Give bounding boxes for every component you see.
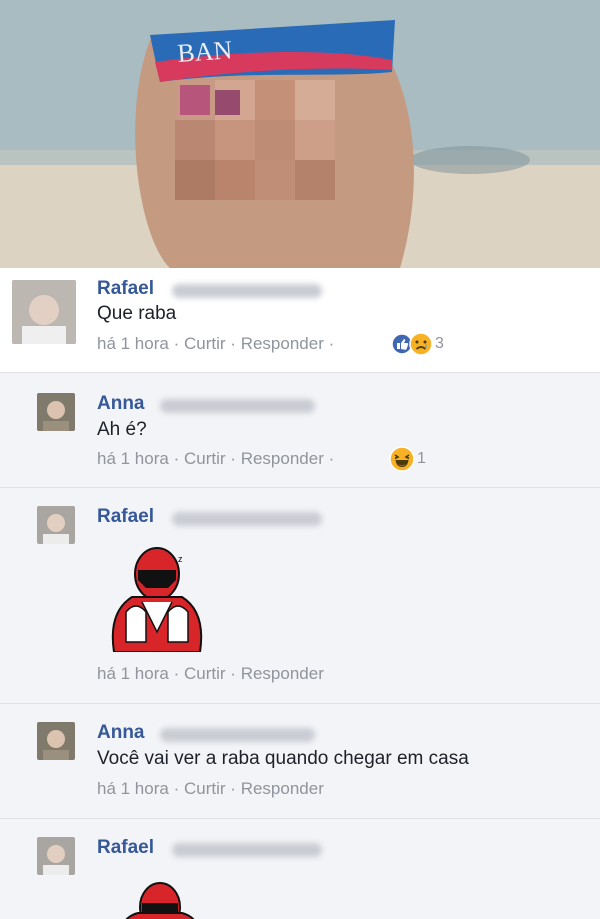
comment: Rafael (0, 819, 600, 919)
separator: · (173, 664, 180, 683)
reactions[interactable]: 1 (389, 446, 426, 472)
laugh-icon (389, 446, 415, 472)
photo-image: BAN (0, 0, 600, 268)
author-lastname-blur (160, 728, 315, 742)
reactions[interactable]: 3 (391, 332, 444, 356)
author-lastname-blur (172, 284, 322, 298)
comment: Anna Você vai ver a raba quando chegar e… (0, 704, 600, 819)
comment-author[interactable]: Rafael (97, 837, 154, 859)
avatar[interactable] (37, 837, 75, 875)
separator: · (173, 449, 180, 468)
comment-meta: há 1 hora · Curtir · Responder (97, 779, 324, 799)
comment-meta: há 1 hora · Curtir · Responder · (97, 449, 334, 469)
avatar[interactable] (12, 280, 76, 344)
comment-text: Ah é? (97, 419, 147, 440)
comment-text: Que raba (97, 303, 177, 324)
reply-link[interactable]: Responder (241, 779, 324, 798)
comment-meta: há 1 hora · Curtir · Responder · (97, 334, 334, 354)
separator: · (230, 664, 236, 683)
red-ranger-sticker-image (125, 882, 195, 919)
red-ranger-sticker[interactable] (110, 877, 210, 919)
reaction-count: 1 (417, 450, 426, 467)
comment-author[interactable]: Rafael (97, 506, 154, 528)
comment-author[interactable]: Anna (97, 722, 145, 744)
author-lastname-blur (172, 512, 322, 526)
reaction-count: 3 (435, 335, 444, 352)
comment-time[interactable]: há 1 hora (97, 449, 169, 468)
avatar[interactable] (37, 393, 75, 431)
like-link[interactable]: Curtir (184, 779, 226, 798)
svg-text:z: z (178, 554, 183, 564)
post-photo[interactable]: BAN (0, 0, 600, 268)
comment: Anna Ah é? há 1 hora · Curtir · Responde… (0, 373, 600, 488)
comment-text: Você vai ver a raba quando chegar em cas… (97, 748, 469, 769)
reply-link[interactable]: Responder (241, 664, 324, 683)
separator: · (328, 449, 335, 468)
author-lastname-blur (160, 399, 315, 413)
comment-author[interactable]: Anna (97, 393, 145, 415)
separator: · (230, 334, 236, 353)
swimsuit-text: BAN (176, 35, 233, 68)
sad-icon (409, 332, 433, 356)
separator: · (173, 334, 180, 353)
red-ranger-sticker[interactable]: z (104, 542, 210, 653)
avatar[interactable] (37, 506, 75, 544)
author-lastname-blur (172, 843, 322, 857)
comment: Rafael z há 1 hora · Curtir · Responder (0, 488, 600, 704)
comment-time[interactable]: há 1 hora (97, 779, 169, 798)
avatar[interactable] (37, 722, 75, 760)
comment-time[interactable]: há 1 hora (97, 664, 169, 683)
comment-author[interactable]: Rafael (97, 278, 154, 300)
like-link[interactable]: Curtir (184, 449, 226, 468)
separator: · (230, 449, 236, 468)
like-link[interactable]: Curtir (184, 664, 226, 683)
separator: · (328, 334, 335, 353)
like-link[interactable]: Curtir (184, 334, 226, 353)
reply-link[interactable]: Responder (241, 334, 324, 353)
separator: · (173, 779, 180, 798)
separator: · (230, 779, 236, 798)
reply-link[interactable]: Responder (241, 449, 324, 468)
comment-time[interactable]: há 1 hora (97, 334, 169, 353)
comment: Rafael Que raba há 1 hora · Curtir · Res… (0, 268, 600, 373)
comment-meta: há 1 hora · Curtir · Responder (97, 664, 324, 684)
red-ranger-sticker-image: z (111, 547, 203, 653)
